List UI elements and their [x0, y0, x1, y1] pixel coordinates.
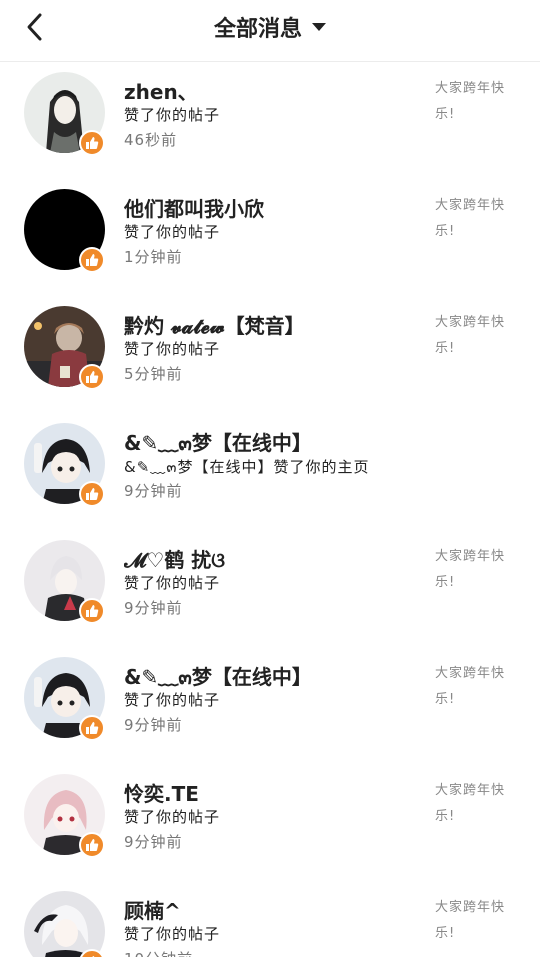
user-name[interactable]: 他们都叫我小欣: [124, 193, 424, 222]
notification-action: 赞了你的帖子: [124, 340, 221, 358]
notification-item-3[interactable]: 黔灼 𝓿𝓪𝓽𝓮𝔀【梵音】 赞了你的帖子 5分钟前 大家跨年快乐!: [0, 244, 540, 390]
caret-down-icon: [312, 23, 326, 31]
notification-action: &✎﹏๓梦【在线中】赞了你的主页: [124, 458, 370, 476]
notification-action: 赞了你的帖子: [124, 574, 221, 592]
notification-item-5[interactable]: 𝓜♡鹤 扰ଓ 赞了你的帖子 9分钟前 大家跨年快乐!: [0, 478, 540, 624]
notification-item-2[interactable]: 他们都叫我小欣 赞了你的帖子 1分钟前 大家跨年快乐!: [0, 127, 540, 273]
post-snippet[interactable]: 大家跨年快乐!: [435, 310, 517, 362]
avatar-anime-whitehair[interactable]: [24, 891, 105, 957]
user-name[interactable]: 顾楠^: [124, 895, 424, 924]
page-title: 全部消息: [213, 17, 302, 42]
user-name[interactable]: 𝓜♡鹤 扰ଓ: [124, 544, 424, 573]
user-name[interactable]: 黔灼 𝓿𝓪𝓽𝓮𝔀【梵音】: [124, 310, 424, 339]
notification-item-7[interactable]: 怜奕.TE 赞了你的帖子 9分钟前 大家跨年快乐!: [0, 712, 540, 858]
notification-action: 赞了你的帖子: [124, 925, 221, 943]
notification-action: 赞了你的帖子: [124, 106, 221, 124]
user-name[interactable]: 怜奕.TE: [124, 778, 424, 807]
top-bar: 全部消息: [0, 0, 540, 62]
message-filter-dropdown[interactable]: 全部消息: [0, 10, 540, 44]
notification-list[interactable]: zhen、 赞了你的帖子 46秒前 大家跨年快乐! 他们都叫我小欣 赞了你的帖子…: [0, 62, 540, 957]
post-snippet[interactable]: 大家跨年快乐!: [435, 76, 517, 128]
user-name[interactable]: zhen、: [124, 76, 424, 105]
notification-action: 赞了你的帖子: [124, 223, 221, 241]
notification-item-4[interactable]: &✎﹏๓梦【在线中】 &✎﹏๓梦【在线中】赞了你的主页 9分钟前: [0, 361, 540, 507]
post-snippet[interactable]: 大家跨年快乐!: [435, 778, 517, 830]
notification-action: 赞了你的帖子: [124, 691, 221, 709]
notification-time: 10分钟前: [124, 948, 193, 957]
notification-item-8[interactable]: 顾楠^ 赞了你的帖子 10分钟前 大家跨年快乐!: [0, 829, 540, 957]
notification-item-1[interactable]: zhen、 赞了你的帖子 46秒前 大家跨年快乐!: [0, 62, 540, 156]
post-snippet[interactable]: 大家跨年快乐!: [435, 661, 517, 713]
post-snippet[interactable]: 大家跨年快乐!: [435, 193, 517, 245]
post-snippet[interactable]: 大家跨年快乐!: [435, 895, 517, 947]
post-snippet[interactable]: 大家跨年快乐!: [435, 544, 517, 596]
notification-item-6[interactable]: &✎﹏๓梦【在线中】 赞了你的帖子 9分钟前 大家跨年快乐!: [0, 595, 540, 741]
notification-action: 赞了你的帖子: [124, 808, 221, 826]
